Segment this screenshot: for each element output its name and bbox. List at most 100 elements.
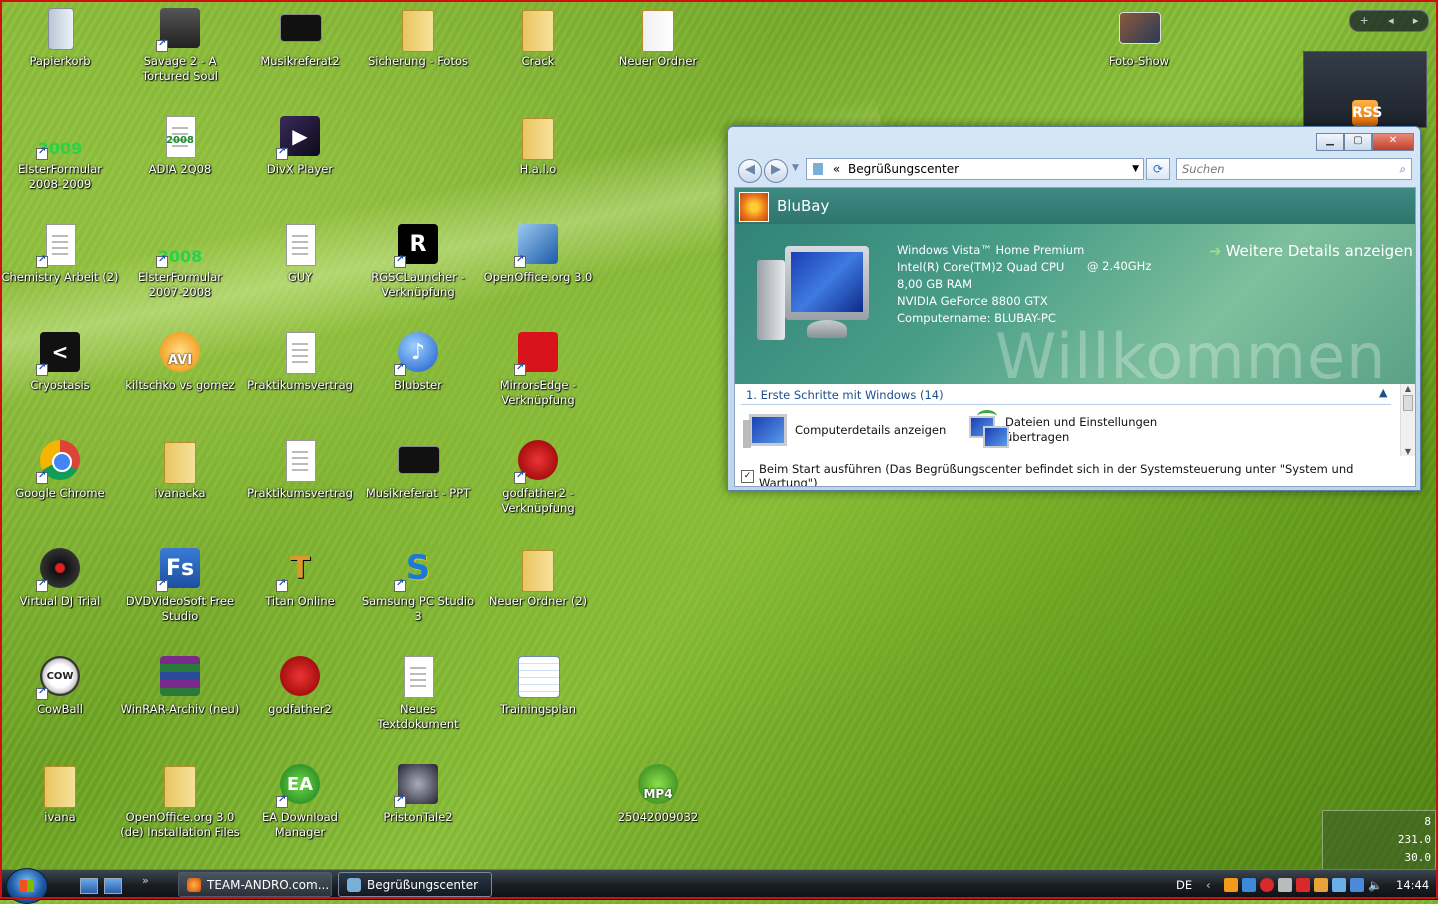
icon-virtualdj[interactable]: Virtual DJ Trial <box>0 544 120 609</box>
network-icon[interactable] <box>1350 878 1364 892</box>
icon-chrome[interactable]: Google Chrome <box>0 436 120 501</box>
icon-mirrorsedge[interactable]: MirrorsEdge - Verknüpfung <box>478 328 598 408</box>
task-computer-details[interactable]: Computerdetails anzeigen <box>743 410 946 450</box>
mirrorsedge-icon <box>514 328 562 376</box>
icon-pristontale2[interactable]: PristonTale2 <box>358 760 478 825</box>
icon-praktikumsvertrag-2[interactable]: Praktikumsvertrag <box>240 436 360 501</box>
tray-antivirus-icon[interactable] <box>1260 878 1274 892</box>
show-desktop-icon[interactable] <box>80 878 98 894</box>
document-icon <box>36 220 84 268</box>
task-transfer-files[interactable]: Dateien und Einstellungen übertragen <box>965 410 1165 450</box>
welcome-center-window[interactable]: ▁ ▢ ✕ ◀ ▶ ▼ « Begrüßungscenter ▼ ⟳ Suche… <box>727 126 1421 491</box>
icon-elster-2008[interactable]: 2008 ElsterFormular 2007-2008 <box>120 220 240 300</box>
quicklaunch-overflow-icon[interactable]: » <box>142 874 149 887</box>
section-scrollbar[interactable]: ▲ ▼ <box>1400 384 1415 456</box>
taskbar-button-welcome[interactable]: Begrüßungscenter <box>338 872 492 897</box>
icon-praktikumsvertrag-1[interactable]: Praktikumsvertrag <box>240 328 360 393</box>
icon-dvdvideosoft[interactable]: Fs DVDVideoSoft Free Studio <box>120 544 240 624</box>
search-input[interactable]: Suchen ⌕ <box>1176 158 1412 180</box>
language-indicator[interactable]: DE <box>1176 870 1192 900</box>
icon-titan-online[interactable]: T Titan Online <box>240 544 360 609</box>
icon-label: ivana <box>44 810 76 824</box>
icon-kiltschko[interactable]: AVI kiltschko vs gomez <box>120 328 240 393</box>
icon-cryostasis[interactable]: < Cryostasis <box>0 328 120 393</box>
spec-os: Windows Vista™ Home Premium <box>897 243 1085 257</box>
icon-musikreferat2[interactable]: Musikreferat2 <box>240 4 360 69</box>
icon-label: DivX Player <box>266 162 334 176</box>
icon-label: Chemistry Arbeit (2) <box>1 270 119 284</box>
icon-neues-textdokument[interactable]: Neues Textdokument <box>358 652 478 732</box>
minimize-button[interactable]: ▁ <box>1316 133 1344 151</box>
tray-app-icon[interactable] <box>1242 878 1256 892</box>
maximize-button[interactable]: ▢ <box>1344 133 1372 151</box>
taskbar-button-firefox[interactable]: TEAM-ANDRO.com... <box>178 872 332 897</box>
icon-blubster[interactable]: ♪ Blubster <box>358 328 478 393</box>
history-dropdown-icon[interactable]: ▼ <box>792 163 799 173</box>
icon-winrar[interactable]: WinRAR-Archiv (neu) <box>120 652 240 717</box>
icon-chemistry[interactable]: Chemistry Arbeit (2) <box>0 220 120 285</box>
winrar-icon <box>156 652 204 700</box>
music-note-icon: ♪ <box>394 328 442 376</box>
icon-godfather2-link[interactable]: godfather2 - Verknüpfung <box>478 436 598 516</box>
volume-icon[interactable]: 🔈 <box>1368 870 1382 900</box>
collapse-icon[interactable]: ▲ <box>1379 386 1387 399</box>
icon-ivanacka[interactable]: ivanacka <box>120 436 240 501</box>
add-gadget-icon[interactable]: + <box>1360 11 1369 31</box>
icon-musikreferat-ppt[interactable]: Musikreferat - PPT <box>358 436 478 501</box>
icon-openoffice[interactable]: OpenOffice.org 3.0 <box>478 220 598 285</box>
sidebar-controls[interactable]: + ◂ ▸ <box>1349 10 1429 32</box>
icon-divx[interactable]: ▶ DivX Player <box>240 112 360 177</box>
tray-app-icon[interactable] <box>1314 878 1328 892</box>
address-dropdown-icon[interactable]: ▼ <box>1132 159 1139 179</box>
tray-app-icon[interactable] <box>1224 878 1238 892</box>
section-title[interactable]: 1. Erste Schritte mit Windows (14) <box>746 388 944 402</box>
icon-godfather2[interactable]: godfather2 <box>240 652 360 717</box>
icon-neuer-ordner[interactable]: Neuer Ordner <box>598 4 718 69</box>
icon-elster-2009[interactable]: 2009 ElsterFormular 2008-2009 <box>0 112 120 192</box>
icon-label: EA Download Manager <box>262 810 338 839</box>
icon-openoffice-files[interactable]: OpenOffice.org 3.0 (de) Installation Fil… <box>120 760 240 840</box>
scroll-down-icon[interactable]: ▼ <box>1401 447 1415 456</box>
icon-sicherung-fotos[interactable]: Sicherung - Fotos <box>358 4 478 69</box>
icon-ivana[interactable]: ivana <box>0 760 120 825</box>
scroll-thumb[interactable] <box>1403 395 1413 411</box>
icon-papierkorb[interactable]: Papierkorb <box>0 4 120 69</box>
switch-windows-icon[interactable] <box>104 878 122 894</box>
icon-adia[interactable]: 2008 ADIA 2Q08 <box>120 112 240 177</box>
rss-icon[interactable]: RSS <box>1352 100 1382 126</box>
icon-guy[interactable]: GUY <box>240 220 360 285</box>
icon-samsung-pc-studio[interactable]: S Samsung PC Studio 3 <box>358 544 478 624</box>
tray-expand-icon[interactable]: ‹ <box>1206 870 1211 900</box>
more-details-label: Weitere Details anzeigen <box>1225 242 1413 260</box>
icon-rgsc[interactable]: R RGSCLauncher - Verknüpfung <box>358 220 478 300</box>
icon-savage2[interactable]: Savage 2 - A Tortured Soul <box>120 4 240 84</box>
icon-cowball[interactable]: COW CowBall <box>0 652 120 717</box>
folder-icon <box>156 760 204 808</box>
icon-neuer-ordner-2[interactable]: Neuer Ordner (2) <box>478 544 598 609</box>
cpu-meter-gadget[interactable]: 8 231.0 30.0 <box>1322 810 1436 870</box>
search-icon[interactable]: ⌕ <box>1400 159 1406 179</box>
startup-checkbox-row[interactable]: ✓ Beim Start ausführen (Das Begrüßungsce… <box>741 462 1415 486</box>
forward-button[interactable]: ▶ <box>764 159 788 183</box>
icon-ea-download[interactable]: EA EA Download Manager <box>240 760 360 840</box>
tray-app-icon[interactable] <box>1332 878 1346 892</box>
prev-icon[interactable]: ◂ <box>1388 11 1394 31</box>
icon-foto-show[interactable]: Foto-Show <box>1079 4 1199 69</box>
tray-app-icon[interactable] <box>1278 878 1292 892</box>
next-icon[interactable]: ▸ <box>1413 11 1419 31</box>
scroll-up-icon[interactable]: ▲ <box>1401 384 1415 393</box>
icon-halo[interactable]: H.a.l.o <box>478 112 598 177</box>
more-details-link[interactable]: ➔ Weitere Details anzeigen <box>1209 242 1413 260</box>
icon-crack[interactable]: Crack <box>478 4 598 69</box>
tray-app-icon[interactable] <box>1296 878 1310 892</box>
icon-mp4-file[interactable]: MP4 25042009032 <box>598 760 718 825</box>
address-bar[interactable]: « Begrüßungscenter ▼ <box>806 158 1144 180</box>
refresh-button[interactable]: ⟳ <box>1146 158 1170 180</box>
clock[interactable]: 14:44 <box>1396 870 1429 900</box>
close-button[interactable]: ✕ <box>1372 133 1414 151</box>
back-button[interactable]: ◀ <box>738 159 762 183</box>
icon-trainingsplan[interactable]: Trainingsplan <box>478 652 598 717</box>
startup-checkbox[interactable]: ✓ <box>741 469 754 483</box>
icon-label: Cryostasis <box>30 378 90 392</box>
document-icon <box>276 328 324 376</box>
